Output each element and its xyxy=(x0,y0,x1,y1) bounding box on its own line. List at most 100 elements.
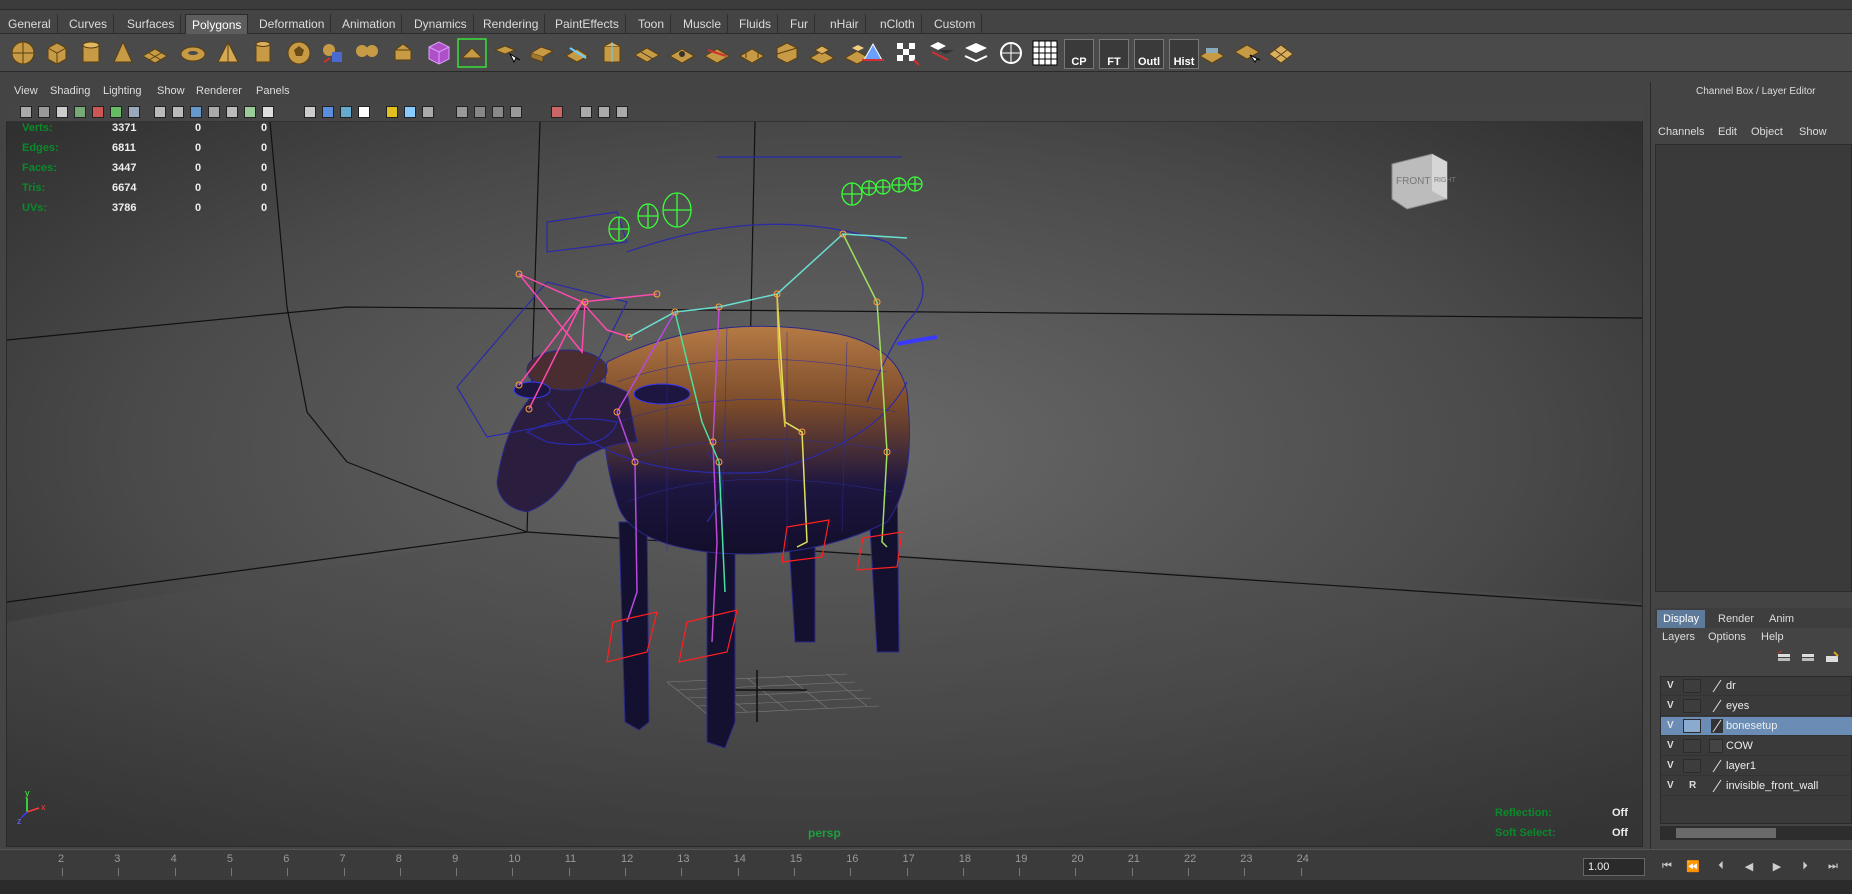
cp-icon[interactable]: CP xyxy=(1064,39,1094,69)
tab-dynamics[interactable]: Dynamics xyxy=(408,14,474,34)
duplicate-face-icon[interactable] xyxy=(807,38,837,68)
uv-editor-icon[interactable] xyxy=(1030,38,1060,68)
poly-cone-icon[interactable] xyxy=(108,38,138,68)
combine-icon[interactable] xyxy=(318,38,348,68)
poly-sphere-icon[interactable] xyxy=(8,38,38,68)
two-d-pan-icon[interactable] xyxy=(110,106,122,118)
tab-display[interactable]: Display xyxy=(1657,610,1706,628)
menu-object[interactable]: Object xyxy=(1751,126,1783,138)
layer-name[interactable]: eyes xyxy=(1726,700,1749,712)
select-camera-icon[interactable] xyxy=(20,106,32,118)
layer-visibility-toggle[interactable]: V xyxy=(1667,760,1674,771)
tab-custom[interactable]: Custom xyxy=(928,14,983,34)
menu-show[interactable]: Show xyxy=(157,85,185,97)
layer-name[interactable]: invisible_front_wall xyxy=(1726,780,1818,792)
four-view-icon[interactable] xyxy=(598,106,610,118)
layer-visibility-toggle[interactable]: V xyxy=(1667,740,1674,751)
menu-channels[interactable]: Channels xyxy=(1658,126,1704,138)
step-back-frame-icon[interactable]: ⏪ xyxy=(1684,860,1702,876)
menu-edit[interactable]: Edit xyxy=(1718,126,1737,138)
poly-cylinder-icon[interactable] xyxy=(76,38,106,68)
layer-visibility-toggle[interactable]: V xyxy=(1667,720,1674,731)
tab-fur[interactable]: Fur xyxy=(784,14,815,34)
uv-checker-icon[interactable] xyxy=(892,38,922,68)
wireframe-on-shaded-icon[interactable] xyxy=(340,106,352,118)
outliner-icon[interactable]: Outl xyxy=(1134,39,1164,69)
scrollbar-thumb[interactable] xyxy=(1676,828,1776,838)
tab-curves[interactable]: Curves xyxy=(63,14,115,34)
grid-toggle-icon[interactable] xyxy=(128,106,140,118)
textured-icon[interactable] xyxy=(358,106,370,118)
layer-name[interactable]: dr xyxy=(1726,680,1736,692)
step-back-key-icon[interactable]: ⏴ xyxy=(1712,860,1730,876)
layer-type-toggle[interactable] xyxy=(1683,719,1701,733)
layer-list-scrollbar[interactable] xyxy=(1660,826,1852,840)
layer-visibility-toggle[interactable]: V xyxy=(1667,700,1674,711)
menu-view[interactable]: View xyxy=(14,85,38,97)
go-to-start-icon[interactable]: ⏮ xyxy=(1658,860,1676,876)
poly-torus-icon[interactable] xyxy=(178,38,208,68)
image-plane-icon[interactable] xyxy=(74,106,86,118)
single-view-icon[interactable] xyxy=(580,106,592,118)
poly-prism-icon[interactable] xyxy=(213,38,243,68)
resolution-gate-icon[interactable] xyxy=(172,106,184,118)
layer-visibility-toggle[interactable]: V xyxy=(1667,680,1674,691)
isolate-select-icon[interactable] xyxy=(456,106,468,118)
scene-view[interactable]: FRONT RIGHT y x z xyxy=(7,122,1642,846)
tab-fluids[interactable]: Fluids xyxy=(733,14,779,34)
menu-renderer[interactable]: Renderer xyxy=(196,85,242,97)
offset-edge-loop-icon[interactable] xyxy=(632,38,662,68)
menu-panels[interactable]: Panels xyxy=(256,85,290,97)
menu-shading[interactable]: Shading xyxy=(50,85,90,97)
tab-rendering[interactable]: Rendering xyxy=(477,14,546,34)
xray-icon[interactable] xyxy=(474,106,486,118)
gate-mask-icon[interactable] xyxy=(190,106,202,118)
cut-faces-icon[interactable] xyxy=(702,38,732,68)
layer-type-toggle[interactable] xyxy=(1683,739,1701,753)
wedge-icon[interactable] xyxy=(772,38,802,68)
wireframe-icon[interactable] xyxy=(304,106,316,118)
tab-polygons[interactable]: Polygons xyxy=(185,14,249,34)
tab-render[interactable]: Render xyxy=(1712,610,1760,628)
layer-row[interactable]: V COW xyxy=(1661,737,1852,756)
layer-row[interactable]: V dr xyxy=(1661,677,1852,696)
xray-joints-icon[interactable] xyxy=(492,106,504,118)
poke-icon[interactable] xyxy=(737,38,767,68)
tab-toon[interactable]: Toon xyxy=(632,14,672,34)
layer-type-toggle[interactable] xyxy=(1683,699,1701,713)
panel-layout-icon[interactable] xyxy=(616,106,628,118)
poly-cube-purple-icon[interactable] xyxy=(424,38,454,68)
view-cube-front-label[interactable]: FRONT xyxy=(1396,176,1430,187)
safe-title-icon[interactable] xyxy=(244,106,256,118)
poly-cube-icon[interactable] xyxy=(42,38,72,68)
channel-box-body[interactable] xyxy=(1655,144,1852,592)
smooth-shade-icon[interactable] xyxy=(322,106,334,118)
layer-row[interactable]: V R invisible_front_wall xyxy=(1661,777,1852,796)
split-polygon-icon[interactable] xyxy=(562,38,592,68)
append-polygon-icon[interactable] xyxy=(527,38,557,68)
new-layer-from-selection-icon[interactable] xyxy=(1800,650,1816,666)
new-layer-icon[interactable] xyxy=(1776,650,1792,666)
poly-pipe-icon[interactable] xyxy=(248,38,278,68)
poly-plane-icon[interactable] xyxy=(140,38,170,68)
shadows-icon[interactable] xyxy=(404,106,416,118)
insert-edge-loop-icon[interactable] xyxy=(597,38,627,68)
smooth-icon[interactable] xyxy=(388,38,418,68)
uv-grid-icon[interactable] xyxy=(1266,38,1296,68)
xray-components-icon[interactable] xyxy=(510,106,522,118)
transfer-icon[interactable] xyxy=(1232,38,1262,68)
tab-animation[interactable]: Animation xyxy=(336,14,403,34)
layer-name[interactable]: COW xyxy=(1726,740,1753,752)
layer-color-swatch[interactable] xyxy=(1709,739,1723,753)
ft-icon[interactable]: FT xyxy=(1099,39,1129,69)
screen-space-ao-icon[interactable] xyxy=(422,106,434,118)
hypershade-icon[interactable] xyxy=(1197,38,1227,68)
uv-spherical-icon[interactable] xyxy=(996,38,1026,68)
menu-lighting[interactable]: Lighting xyxy=(103,85,142,97)
menu-show-cb[interactable]: Show xyxy=(1799,126,1827,138)
uv-planar-icon[interactable] xyxy=(926,38,956,68)
layer-visibility-toggle[interactable]: V xyxy=(1667,780,1674,791)
tab-deformation[interactable]: Deformation xyxy=(253,14,332,34)
step-forward-key-icon[interactable]: ⏵ xyxy=(1796,860,1814,876)
texture-tiling-icon[interactable] xyxy=(262,106,274,118)
